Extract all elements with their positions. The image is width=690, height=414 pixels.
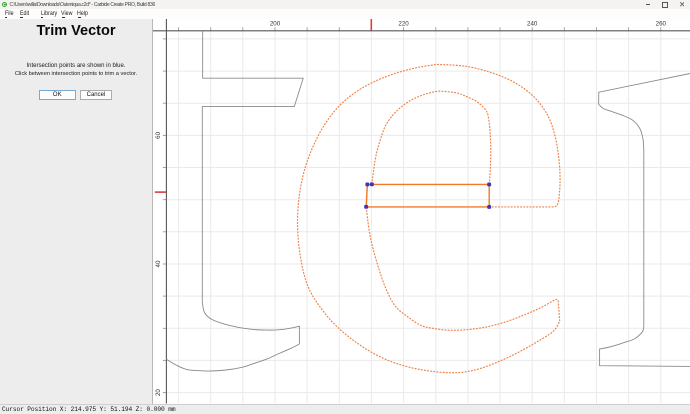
svg-text:220: 220 (398, 20, 409, 27)
svg-text:40: 40 (155, 260, 162, 267)
svg-text:260: 260 (656, 20, 667, 27)
svg-text:200: 200 (270, 20, 281, 27)
svg-text:20: 20 (155, 389, 162, 396)
svg-text:60: 60 (155, 131, 162, 138)
svg-text:240: 240 (527, 20, 538, 27)
